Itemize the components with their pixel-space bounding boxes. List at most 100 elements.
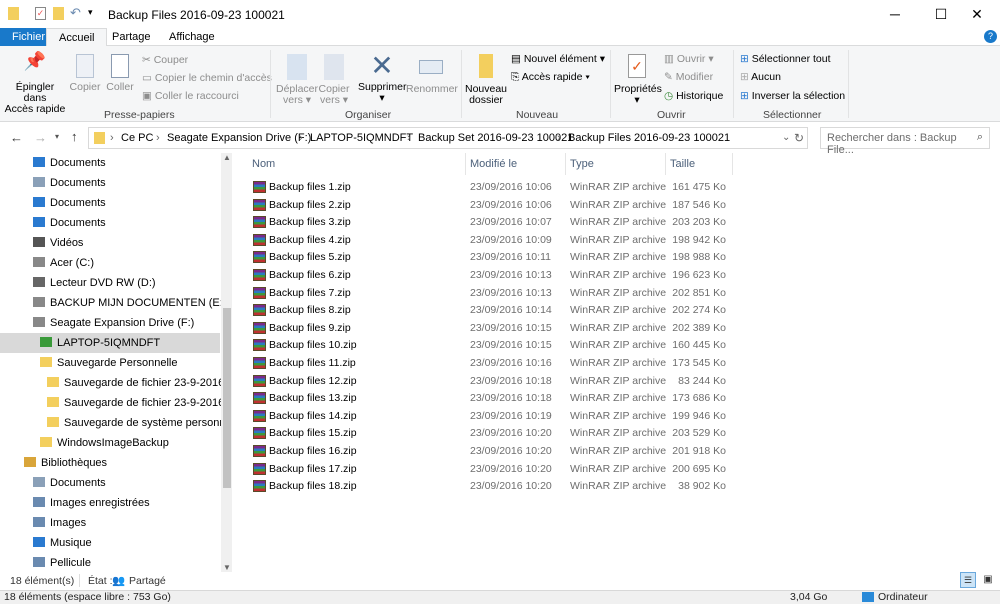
edit-button[interactable]: ✎ Modifier — [664, 71, 713, 83]
file-row[interactable]: Backup files 14.zip 23/09/2016 10:19 Win… — [250, 408, 730, 425]
breadcrumb-ce-pc[interactable]: Ce PC — [121, 132, 153, 144]
column-divider[interactable] — [565, 153, 566, 175]
nav-item[interactable]: Documents — [0, 473, 220, 493]
file-row[interactable]: Backup files 9.zip 23/09/2016 10:15 WinR… — [250, 320, 730, 337]
file-row[interactable]: Backup files 7.zip 23/09/2016 10:13 WinR… — [250, 285, 730, 302]
scroll-down-icon[interactable]: ▼ — [223, 563, 231, 572]
tab-affichage[interactable]: Affichage — [157, 28, 227, 46]
select-all-button[interactable]: ⊞ Sélectionner tout — [740, 53, 831, 65]
copy-to-button[interactable]: Copier vers ▾ — [318, 54, 350, 106]
nav-item[interactable]: Pellicule — [0, 553, 220, 572]
pin-quick-access-button[interactable]: 📌 Épingler dans Accès rapide — [4, 52, 66, 115]
nav-item[interactable]: Documents — [0, 153, 220, 173]
tab-accueil[interactable]: Accueil — [46, 28, 108, 47]
delete-button[interactable]: ✕ Supprimer ▾ — [358, 52, 406, 104]
nav-item[interactable]: Musique — [0, 533, 220, 553]
undo-icon[interactable]: ↶ — [70, 5, 81, 21]
minimize-button[interactable]: ─ — [872, 0, 918, 28]
nav-item[interactable]: BACKUP MIJN DOCUMENTEN (E:) — [0, 293, 226, 313]
nav-item[interactable]: Images enregistrées — [0, 493, 220, 513]
file-row[interactable]: Backup files 2.zip 23/09/2016 10:06 WinR… — [250, 197, 730, 214]
file-row[interactable]: Backup files 16.zip 23/09/2016 10:20 Win… — [250, 443, 730, 460]
new-folder-button[interactable]: Nouveau dossier — [464, 54, 508, 106]
tab-partage[interactable]: Partage — [100, 28, 163, 46]
search-input[interactable]: Rechercher dans : Backup File... ⌕ — [820, 127, 990, 156]
column-header-modified[interactable]: Modifié le — [470, 158, 517, 170]
nav-item[interactable]: Acer (C:) — [0, 253, 220, 273]
move-to-button[interactable]: Déplacer vers ▾ — [276, 54, 318, 106]
file-row[interactable]: Backup files 13.zip 23/09/2016 10:18 Win… — [250, 390, 730, 407]
forward-button[interactable]: → — [34, 130, 47, 145]
file-row[interactable]: Backup files 3.zip 23/09/2016 10:07 WinR… — [250, 214, 730, 231]
document-icon — [33, 177, 45, 187]
file-row[interactable]: Backup files 12.zip 23/09/2016 10:18 Win… — [250, 373, 730, 390]
column-header-type[interactable]: Type — [570, 158, 594, 170]
nav-item[interactable]: Images — [0, 513, 220, 533]
recent-locations-button[interactable]: ▾ — [55, 132, 59, 141]
nav-item[interactable]: Sauvegarde de fichier 23-9-2016 11 — [0, 393, 232, 413]
file-date: 23/09/2016 10:13 — [470, 286, 552, 299]
nav-item[interactable]: Documents — [0, 173, 220, 193]
properties-button[interactable]: ✓ Propriétés ▾ — [614, 54, 662, 106]
copy-button[interactable]: Copier — [68, 54, 102, 93]
breadcrumb-seagate[interactable]: Seagate Expansion Drive (F:) — [167, 132, 311, 144]
paste-shortcut-button[interactable]: ▣ Coller le raccourci — [142, 90, 239, 102]
scrollbar-thumb[interactable] — [223, 308, 231, 488]
back-button[interactable]: ← — [10, 130, 23, 145]
rename-button[interactable]: Renommer — [406, 54, 458, 95]
select-none-button[interactable]: ⊞ Aucun — [740, 71, 781, 83]
nav-item[interactable]: LAPTOP-5IQMNDFT — [0, 333, 220, 353]
file-row[interactable]: Backup files 17.zip 23/09/2016 10:20 Win… — [250, 461, 730, 478]
file-row[interactable]: Backup files 4.zip 23/09/2016 10:09 WinR… — [250, 232, 730, 249]
file-row[interactable]: Backup files 10.zip 23/09/2016 10:15 Win… — [250, 337, 730, 354]
file-row[interactable]: Backup files 15.zip 23/09/2016 10:20 Win… — [250, 425, 730, 442]
close-button[interactable]: ✕ — [954, 0, 1000, 28]
nav-item[interactable]: Sauvegarde de fichier 23-9-2016 — [0, 373, 224, 393]
new-item-button[interactable]: ▤ Nouvel élément ▾ — [511, 53, 605, 65]
nav-item[interactable]: Documents — [0, 213, 220, 233]
scroll-up-icon[interactable]: ▲ — [223, 153, 231, 162]
nav-item[interactable]: Sauvegarde Personnelle — [0, 353, 220, 373]
select-all-icon: ⊞ — [740, 53, 752, 65]
open-button[interactable]: ▥ Ouvrir ▾ — [664, 53, 714, 65]
file-row[interactable]: Backup files 11.zip 23/09/2016 10:16 Win… — [250, 355, 730, 372]
column-divider[interactable] — [465, 153, 466, 175]
address-dropdown-icon[interactable]: ⌄ — [782, 132, 790, 143]
refresh-icon[interactable]: ↻ — [794, 131, 804, 145]
nav-item[interactable]: WindowsImageBackup — [0, 433, 220, 453]
breadcrumb-backup-files[interactable]: Backup Files 2016-09-23 100021 — [568, 132, 730, 144]
column-divider[interactable] — [665, 153, 666, 175]
nav-item[interactable]: Vidéos — [0, 233, 220, 253]
nav-item[interactable]: Lecteur DVD RW (D:) — [0, 273, 220, 293]
column-divider[interactable] — [732, 153, 733, 175]
properties-quick-icon[interactable]: ✓ — [35, 7, 46, 20]
help-icon[interactable]: ? — [984, 30, 997, 43]
file-row[interactable]: Backup files 5.zip 23/09/2016 10:11 WinR… — [250, 249, 730, 266]
cut-button[interactable]: ✂ Couper — [142, 54, 188, 66]
new-folder-quick-icon[interactable] — [53, 7, 64, 20]
file-row[interactable]: Backup files 18.zip 23/09/2016 10:20 Win… — [250, 478, 730, 495]
nav-item[interactable]: Bibliothèques — [0, 453, 220, 473]
nav-item[interactable]: Seagate Expansion Drive (F:) — [0, 313, 220, 333]
file-date: 23/09/2016 10:15 — [470, 339, 552, 352]
paste-button[interactable]: Coller — [104, 54, 136, 93]
history-button[interactable]: ◷ Historique — [664, 90, 723, 102]
breadcrumb-laptop[interactable]: LAPTOP-5IQMNDFT — [310, 132, 413, 144]
breadcrumb-backup-set[interactable]: Backup Set 2016-09-23 100021 — [418, 132, 573, 144]
column-header-name[interactable]: Nom — [252, 158, 275, 170]
address-bar[interactable]: › Ce PC › Seagate Expansion Drive (F:) ›… — [88, 127, 808, 149]
nav-item[interactable]: Documents — [0, 193, 220, 213]
file-row[interactable]: Backup files 6.zip 23/09/2016 10:13 WinR… — [250, 267, 730, 284]
easy-access-button[interactable]: ⎘ Accès rapide ▾ — [511, 71, 590, 84]
details-view-button[interactable]: ☰ — [960, 572, 976, 588]
nav-item[interactable]: Sauvegarde de système personnelle — [0, 413, 232, 433]
winrar-zip-icon — [253, 233, 266, 246]
up-button[interactable]: ↑ — [71, 129, 78, 144]
copy-path-button[interactable]: ▭ Copier le chemin d'accès — [142, 72, 272, 84]
file-row[interactable]: Backup files 1.zip 23/09/2016 10:06 WinR… — [250, 179, 730, 196]
customize-quick-access-icon[interactable]: ▾ — [88, 7, 93, 18]
file-row[interactable]: Backup files 8.zip 23/09/2016 10:14 WinR… — [250, 302, 730, 319]
large-icons-view-button[interactable]: ▣ — [980, 572, 996, 588]
invert-selection-button[interactable]: ⊞ Inverser la sélection — [740, 90, 845, 102]
column-header-size[interactable]: Taille — [670, 158, 695, 170]
